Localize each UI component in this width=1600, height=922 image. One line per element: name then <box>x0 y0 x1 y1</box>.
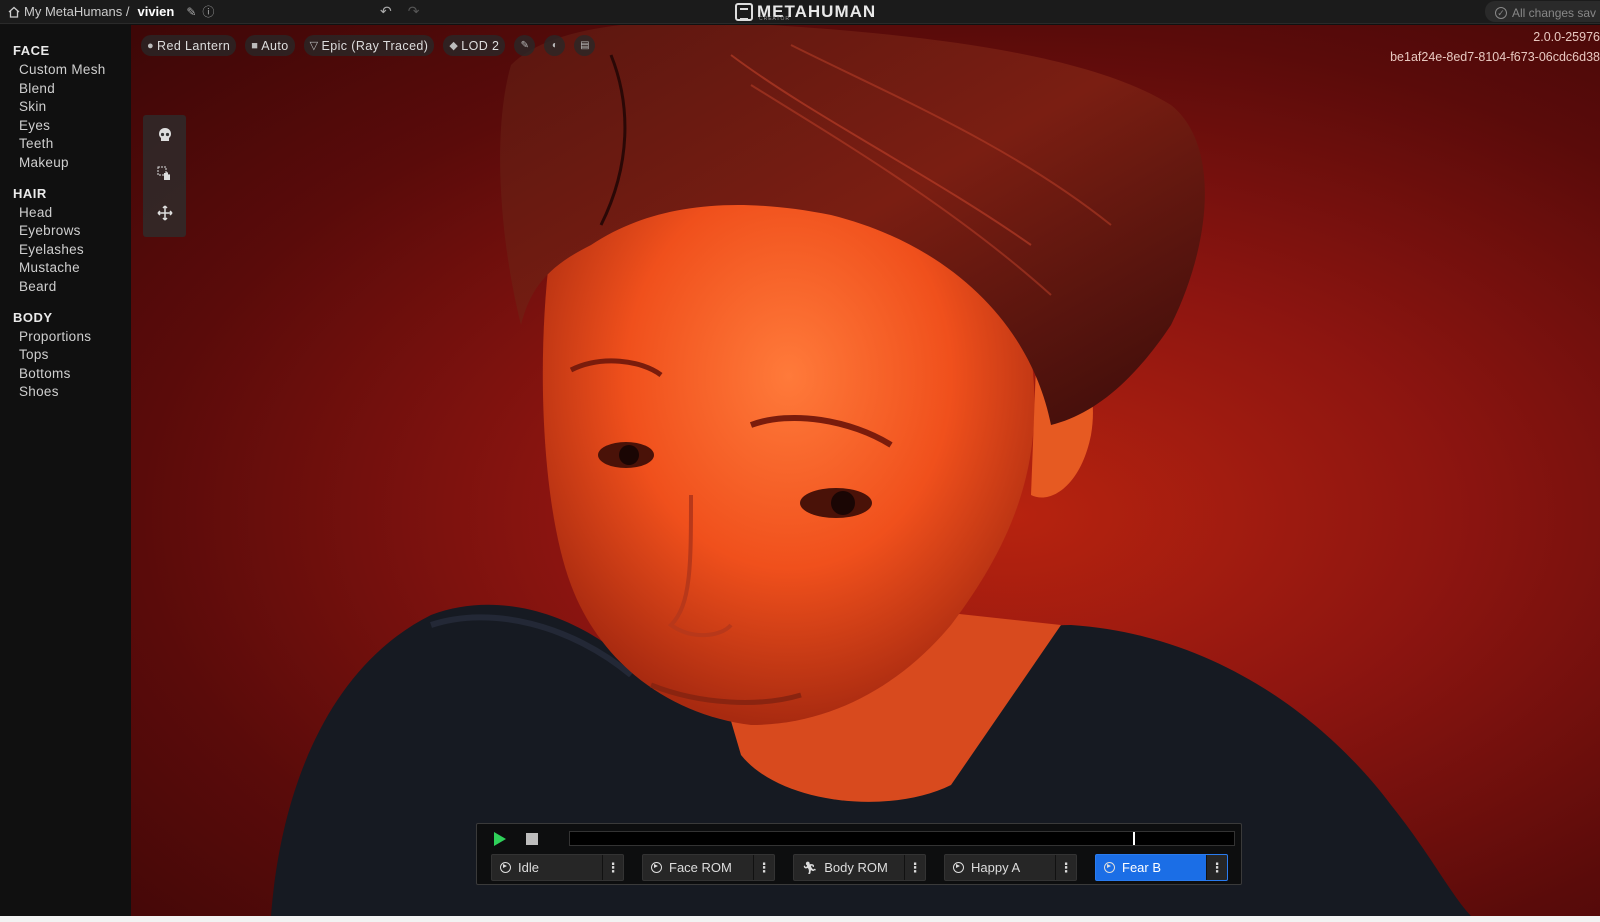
timeline-playhead[interactable] <box>1132 832 1135 845</box>
session-id: be1af24e-8ed7-8104-f673-06cdc6d38 <box>1390 50 1600 64</box>
play-circle-icon <box>953 862 964 873</box>
check-circle-icon: ✓ <box>1495 6 1507 19</box>
sidebar-item-head[interactable]: Head <box>0 204 131 223</box>
sidebar-item-makeup[interactable]: Makeup <box>0 154 131 173</box>
3d-viewport[interactable]: ● Red Lantern ■ Auto ▽ Epic (Ray Traced)… <box>131 25 1600 916</box>
keyboard-icon[interactable]: ▤ <box>574 35 596 56</box>
metahuman-logo-mark <box>735 3 753 21</box>
version-info: 2.0.0-25976 be1af24e-8ed7-8104-f673-06cd… <box>1390 27 1600 67</box>
redo-icon[interactable]: ↷ <box>408 3 420 20</box>
undo-icon[interactable]: ↶ <box>380 3 392 20</box>
select-hand-icon[interactable] <box>155 164 175 184</box>
sidebar-item-tops[interactable]: Tops <box>0 346 131 365</box>
bottom-edge <box>0 916 1600 922</box>
timeline-scrubber[interactable] <box>569 831 1235 846</box>
animation-label: Face ROM <box>669 860 732 875</box>
save-status-text: All changes sav <box>1512 5 1597 20</box>
section-face-title: FACE <box>13 43 50 58</box>
section-body-title: BODY <box>13 309 53 325</box>
skull-icon[interactable] <box>155 125 175 145</box>
metahuman-logo: METAHUMAN CREATOR <box>735 1 876 23</box>
camera-chip[interactable]: ■ Auto <box>245 35 295 56</box>
sidebar-item-shoes[interactable]: Shoes <box>0 383 131 402</box>
version-number: 2.0.0-25976 <box>1533 30 1600 44</box>
sidebar-item-eyebrows[interactable]: Eyebrows <box>0 222 131 241</box>
sidebar-item-beard[interactable]: Beard <box>0 278 131 297</box>
sidebar-item-custom-mesh[interactable]: Custom Mesh <box>0 61 131 80</box>
animation-player: Idle ⋮ Face ROM ⋮ 🏃︎ Body ROM ⋮ Happy A ⋮… <box>476 823 1242 885</box>
sidebar-item-blend[interactable]: Blend <box>0 80 131 99</box>
animation-body-rom[interactable]: 🏃︎ Body ROM ⋮ <box>793 854 926 881</box>
sphere-icon[interactable]: ◐ <box>544 35 566 56</box>
animation-label: Body ROM <box>824 860 888 875</box>
lod-chip[interactable]: ◆ LOD 2 <box>443 35 506 56</box>
sidebar-item-eyelashes[interactable]: Eyelashes <box>0 241 131 260</box>
lod-label: LOD 2 <box>461 38 500 53</box>
animation-happy-a[interactable]: Happy A ⋮ <box>944 854 1077 881</box>
more-options-icon[interactable]: ⋮ <box>904 855 925 880</box>
sidebar-item-bottoms[interactable]: Bottoms <box>0 365 131 384</box>
play-circle-icon <box>1104 862 1115 873</box>
sidebar-item-proportions[interactable]: Proportions <box>0 328 131 347</box>
camera-label: Auto <box>261 38 289 53</box>
edit-pencil-icon[interactable]: ✎ <box>186 5 196 19</box>
bulb-icon: ● <box>147 39 155 52</box>
animation-label: Idle <box>518 860 539 875</box>
viewport-tool-panel <box>143 115 186 237</box>
animation-label: Fear B <box>1122 860 1162 875</box>
sidebar-item-eyes[interactable]: Eyes <box>0 117 131 136</box>
quality-chip[interactable]: ▽ Epic (Ray Traced) <box>303 35 435 56</box>
animation-list: Idle ⋮ Face ROM ⋮ 🏃︎ Body ROM ⋮ Happy A ⋮… <box>491 854 1228 881</box>
more-options-icon[interactable]: ⋮ <box>1055 855 1076 880</box>
help-icon[interactable]: ⓘ <box>202 3 214 20</box>
cube-icon: ◆ <box>449 40 459 52</box>
more-options-icon[interactable]: ⋮ <box>602 855 623 880</box>
viewport-toolbar: ● Red Lantern ■ Auto ▽ Epic (Ray Traced)… <box>141 35 596 56</box>
sidebar: FACE Custom Mesh Blend Skin Eyes Teeth M… <box>0 25 131 916</box>
brush-icon[interactable]: ✎ <box>514 35 536 56</box>
camera-icon: ■ <box>251 39 259 52</box>
section-hair-title: HAIR <box>13 185 47 201</box>
animation-label: Happy A <box>971 860 1021 875</box>
top-bar: My MetaHumans / vivien ✎ ⓘ ↶ ↷ METAHUMAN… <box>0 0 1600 24</box>
play-circle-icon <box>500 862 511 873</box>
breadcrumb-root-link[interactable]: My MetaHumans / <box>24 4 129 19</box>
breadcrumb-current: vivien <box>137 4 175 19</box>
more-options-icon[interactable]: ⋮ <box>753 855 774 880</box>
more-options-icon[interactable]: ⋮ <box>1206 855 1227 880</box>
logo-subtext: CREATOR <box>759 16 790 22</box>
sidebar-item-mustache[interactable]: Mustache <box>0 259 131 278</box>
play-icon[interactable] <box>494 832 506 846</box>
play-circle-icon <box>651 862 662 873</box>
lighting-label: Red Lantern <box>157 38 231 53</box>
character-render <box>271 25 1471 916</box>
animation-face-rom[interactable]: Face ROM ⋮ <box>642 854 775 881</box>
diamond-icon: ▽ <box>309 40 319 52</box>
running-figure-icon: 🏃︎ <box>802 860 818 875</box>
animation-idle[interactable]: Idle ⋮ <box>491 854 624 881</box>
animation-fear-b[interactable]: Fear B ⋮ <box>1095 854 1228 881</box>
breadcrumb: My MetaHumans / vivien ✎ ⓘ <box>8 3 214 20</box>
move-icon[interactable] <box>155 203 175 223</box>
quality-label: Epic (Ray Traced) <box>321 38 429 53</box>
home-icon[interactable] <box>8 6 20 18</box>
sidebar-item-teeth[interactable]: Teeth <box>0 135 131 154</box>
stop-icon[interactable] <box>526 833 538 845</box>
save-status: ✓ All changes sav <box>1485 1 1600 22</box>
lighting-chip[interactable]: ● Red Lantern <box>141 35 237 56</box>
sidebar-item-skin[interactable]: Skin <box>0 98 131 117</box>
